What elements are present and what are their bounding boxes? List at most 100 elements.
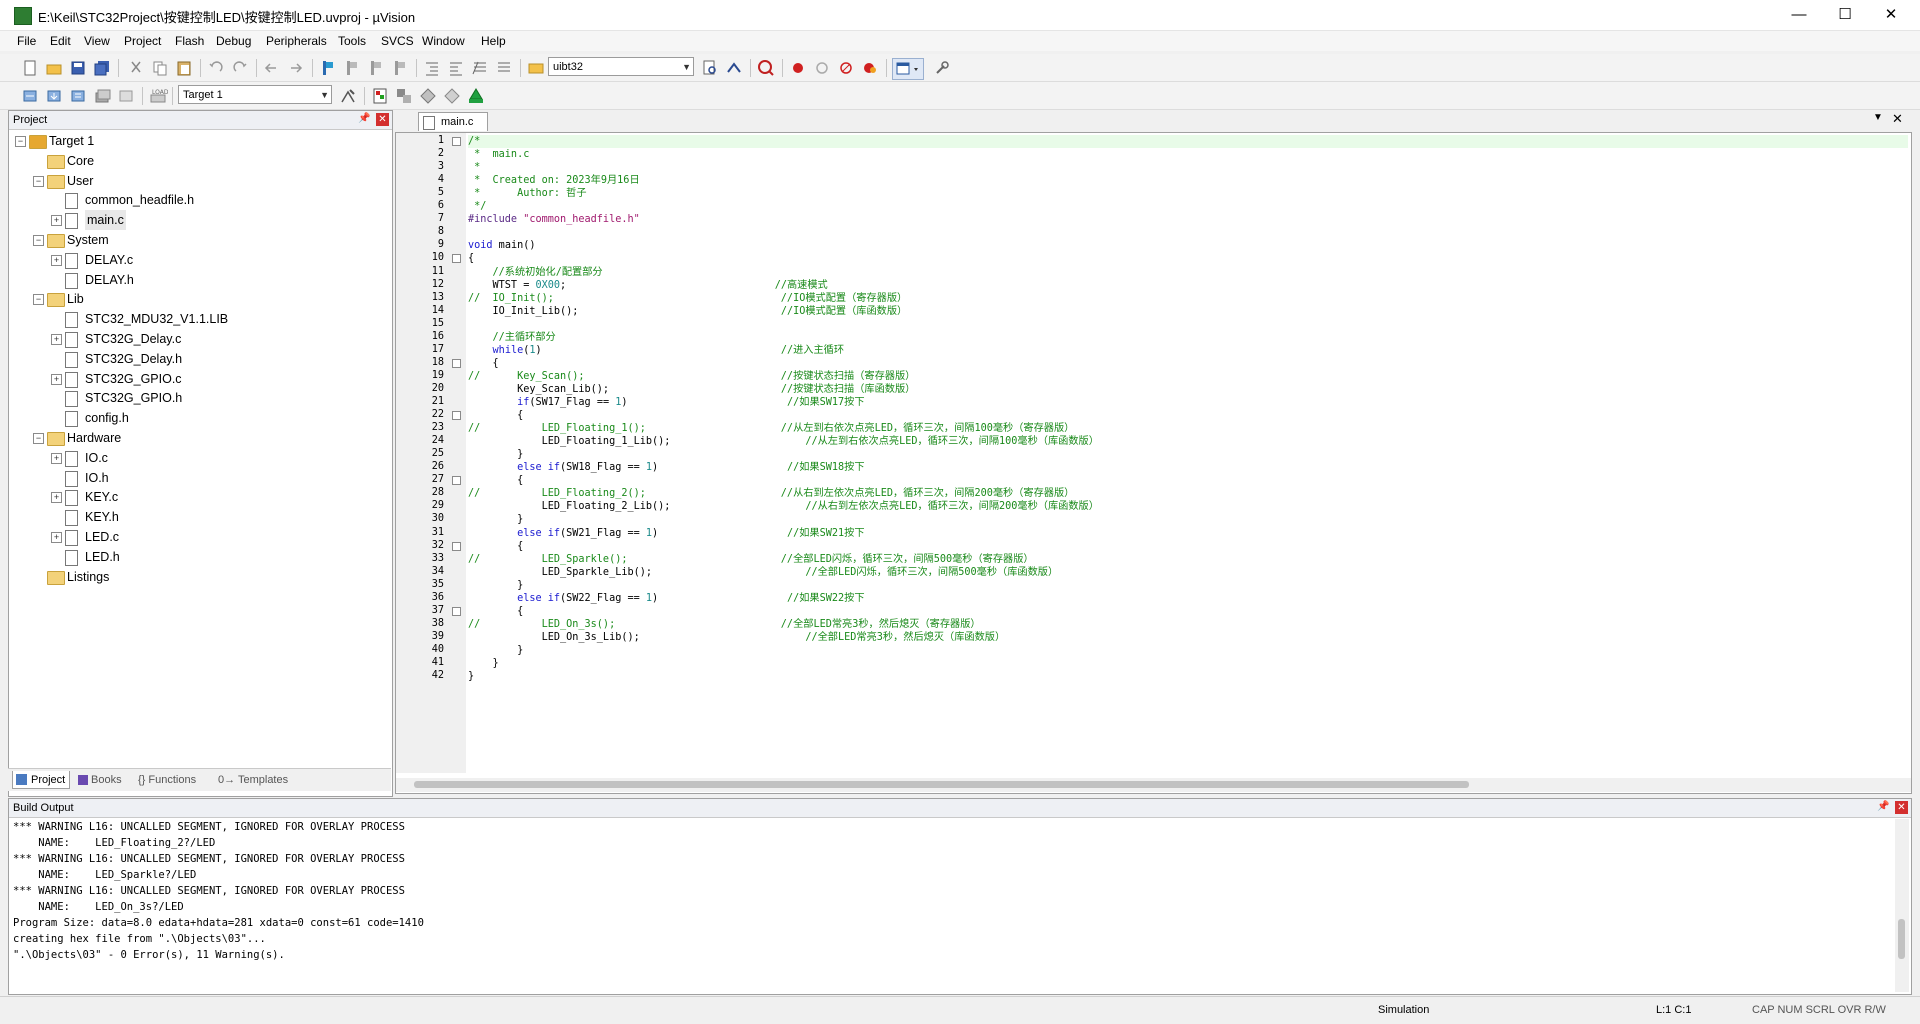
code-line[interactable]: // IO_Init(); //IO模式配置（寄存器版） — [468, 292, 907, 305]
code-line[interactable]: * Author: 哲子 — [468, 187, 586, 200]
code-line[interactable]: // Key_Scan(); //按键状态扫描（寄存器版） — [468, 370, 915, 383]
tab-project[interactable]: Project — [12, 771, 70, 789]
tree-item[interactable]: + IO.c — [9, 448, 389, 468]
tab-main-c[interactable]: main.c — [418, 112, 488, 131]
code-line[interactable]: //系统初始化/配置部分 — [468, 266, 603, 279]
code-line[interactable]: } — [468, 513, 523, 526]
tree-item[interactable]: DELAY.h — [9, 270, 389, 290]
code-line[interactable]: { — [468, 540, 523, 553]
redo-icon[interactable] — [230, 58, 250, 78]
menu-svcs[interactable]: SVCS — [381, 34, 414, 48]
uncomment-icon[interactable] — [494, 58, 514, 78]
fold-toggle-icon[interactable] — [452, 358, 461, 368]
code-line[interactable]: Key_Scan_Lib(); //按键状态扫描（库函数版） — [468, 383, 915, 396]
menu-edit[interactable]: Edit — [50, 34, 71, 48]
code-line[interactable]: LED_Floating_1_Lib(); //从左到右依次点亮LED，循环三次… — [468, 435, 1099, 448]
build-icon[interactable] — [44, 86, 64, 106]
tree-item[interactable]: IO.h — [9, 468, 389, 488]
tab-books[interactable]: Books — [78, 771, 122, 789]
fold-toggle-icon[interactable] — [452, 411, 461, 421]
expand-icon[interactable]: + — [51, 215, 62, 227]
tree-item[interactable]: Listings — [9, 567, 389, 587]
comment-icon[interactable] — [470, 58, 490, 78]
code-line[interactable]: /* — [468, 135, 1908, 148]
tree-item[interactable]: + STC32G_Delay.c — [9, 329, 389, 349]
expand-icon[interactable]: + — [51, 254, 62, 266]
close-panel-icon[interactable]: ✕ — [376, 113, 389, 126]
enable-breakpoint-icon[interactable] — [812, 58, 832, 78]
tree-item[interactable]: + main.c — [9, 210, 389, 231]
code-line[interactable]: void main() — [468, 239, 535, 252]
tree-item[interactable]: − User — [9, 171, 389, 191]
unindent-icon[interactable] — [446, 58, 466, 78]
menu-debug[interactable]: Debug — [216, 34, 251, 48]
tree-item[interactable]: STC32_MDU32_V1.1.LIB — [9, 309, 389, 329]
tab-functions[interactable]: {} Functions — [138, 771, 196, 789]
manage-runtime-icon[interactable] — [394, 86, 414, 106]
insert-breakpoint-icon[interactable] — [788, 58, 808, 78]
code-line[interactable]: LED_On_3s_Lib(); //全部LED常亮3秒，然后熄灭（库函数版） — [468, 631, 1006, 644]
tree-item[interactable]: LED.h — [9, 547, 389, 567]
fold-toggle-icon[interactable] — [452, 541, 461, 551]
minimize-button[interactable]: — — [1776, 0, 1822, 30]
file-extensions-icon[interactable] — [370, 86, 390, 106]
pin-icon[interactable]: 📌 — [358, 113, 370, 124]
fold-toggle-icon[interactable] — [452, 137, 461, 146]
incremental-find-icon[interactable] — [724, 58, 744, 78]
translate-icon[interactable] — [20, 86, 40, 106]
code-area[interactable]: /* * main.c * * Created on: 2023年9月16日 *… — [466, 133, 1911, 773]
find-in-files-icon[interactable] — [526, 58, 546, 78]
code-line[interactable]: while(1) //进入主循环 — [468, 344, 845, 357]
code-line[interactable]: #include "common_headfile.h" — [468, 213, 640, 226]
expand-icon[interactable]: + — [51, 334, 62, 345]
open-file-icon[interactable] — [44, 58, 64, 78]
fold-toggle-icon[interactable] — [452, 476, 461, 486]
tree-item[interactable]: common_headfile.h — [9, 190, 389, 210]
undo-icon[interactable] — [206, 58, 226, 78]
code-line[interactable]: { — [468, 474, 523, 487]
tree-item[interactable]: config.h — [9, 408, 389, 428]
collapse-icon[interactable]: − — [33, 235, 44, 246]
find-icon[interactable] — [700, 58, 720, 78]
menu-view[interactable]: View — [84, 34, 110, 48]
pack-installer-icon[interactable] — [442, 86, 462, 106]
tree-item[interactable]: − System — [9, 230, 389, 250]
close-editor-icon[interactable]: ✕ — [1892, 111, 1903, 127]
save-icon[interactable] — [68, 58, 88, 78]
code-editor[interactable]: 1 2 3 4 5 6 7 8 9 10 11 12 13 14 15 16 17 18 19 20 21 22 23 24 2… — [395, 132, 1912, 794]
code-line[interactable]: } — [468, 448, 523, 461]
code-line[interactable]: */ — [468, 200, 486, 213]
nav-back-icon[interactable] — [262, 58, 282, 78]
build-output-scroll-thumb[interactable] — [1898, 919, 1905, 959]
code-line[interactable]: } — [468, 579, 523, 592]
fold-toggle-icon[interactable] — [452, 254, 461, 264]
tab-list-dropdown-icon[interactable]: ▼ — [1873, 112, 1883, 123]
code-line[interactable]: * main.c — [468, 148, 529, 161]
pin-icon[interactable]: 📌 — [1877, 801, 1889, 812]
editor-horizontal-scrollbar[interactable] — [396, 778, 1911, 792]
tree-item[interactable]: + LED.c — [9, 527, 389, 547]
code-line[interactable]: if(SW17_Flag == 1) //如果SW17按下 — [468, 396, 864, 409]
configure-icon[interactable] — [932, 58, 952, 78]
manage-components-icon[interactable] — [466, 86, 486, 106]
expand-icon[interactable]: + — [51, 373, 62, 385]
tree-item[interactable]: STC32G_Delay.h — [9, 349, 389, 369]
indent-icon[interactable] — [422, 58, 442, 78]
code-line[interactable]: else if(SW21_Flag == 1) //如果SW21按下 — [468, 527, 864, 540]
code-line[interactable]: { — [468, 252, 474, 265]
collapse-icon[interactable]: − — [33, 175, 44, 187]
menu-window[interactable]: Window — [422, 34, 465, 48]
tree-item[interactable]: + DELAY.c — [9, 250, 389, 270]
download-icon[interactable]: LOAD — [148, 86, 169, 106]
menu-help[interactable]: Help — [481, 34, 506, 48]
code-line[interactable]: // LED_On_3s(); //全部LED常亮3秒，然后熄灭（寄存器版） — [468, 618, 981, 631]
debug-session-icon[interactable] — [756, 58, 776, 78]
tree-item[interactable]: STC32G_GPIO.h — [9, 388, 389, 408]
code-line[interactable]: // LED_Floating_1(); //从左到右依次点亮LED，循环三次，… — [468, 422, 1074, 435]
code-line[interactable]: // LED_Floating_2(); //从右到左依次点亮LED，循环三次，… — [468, 487, 1074, 500]
code-line[interactable]: LED_Floating_2_Lib(); //从右到左依次点亮LED，循环三次… — [468, 500, 1099, 513]
new-file-icon[interactable] — [20, 58, 40, 78]
collapse-icon[interactable]: − — [33, 433, 44, 444]
menu-project[interactable]: Project — [124, 34, 161, 48]
menu-peripherals[interactable]: Peripherals — [266, 34, 327, 48]
